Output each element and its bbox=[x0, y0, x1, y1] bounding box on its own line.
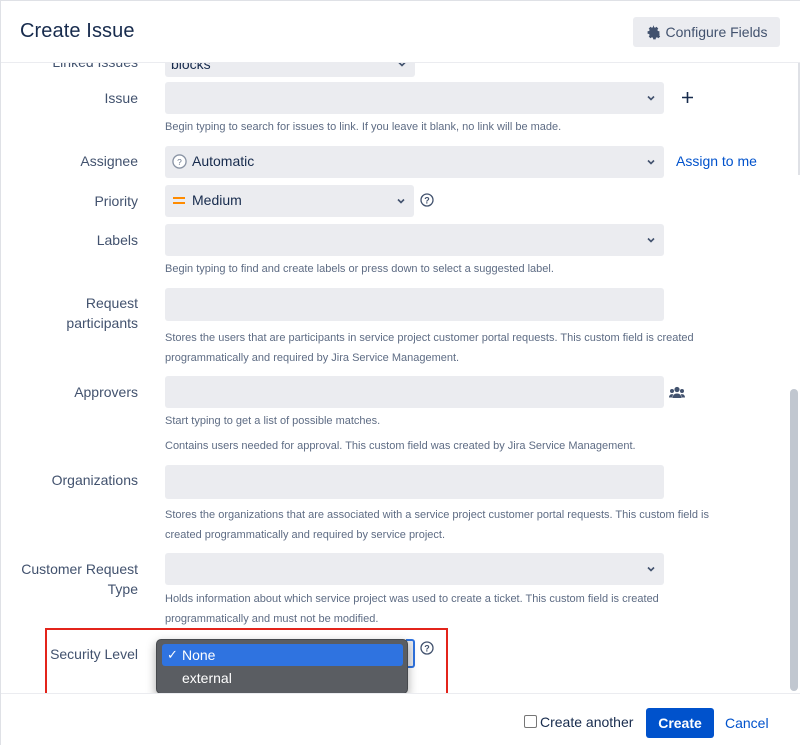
organizations-help-line2: created programmatically and required by… bbox=[165, 529, 446, 541]
organizations-input[interactable] bbox=[165, 465, 664, 499]
create-another-checkbox[interactable] bbox=[524, 715, 537, 728]
add-icon[interactable] bbox=[681, 91, 694, 104]
labels-label: Labels bbox=[96, 232, 138, 248]
priority-value: Medium bbox=[192, 192, 242, 208]
chevron-down-icon bbox=[647, 566, 655, 572]
customer-request-type-help-line1: Holds information about which service pr… bbox=[165, 593, 659, 605]
form-body: Linked Issues blocks Issue Begin typing … bbox=[1, 63, 789, 693]
organizations-label: Organizations bbox=[51, 472, 138, 488]
request-participants-help-line1: Stores the users that are participants i… bbox=[165, 332, 694, 344]
request-participants-label-line1: Request bbox=[85, 295, 138, 311]
create-button[interactable]: Create bbox=[646, 708, 714, 738]
approvers-help-line1: Start typing to get a list of possible m… bbox=[165, 415, 381, 427]
chevron-down-icon bbox=[397, 198, 405, 204]
svg-text:?: ? bbox=[177, 157, 182, 167]
issue-help: Begin typing to search for issues to lin… bbox=[165, 121, 562, 133]
customer-request-type-label-line1: Customer Request bbox=[21, 561, 138, 577]
dialog-footer: Create another Create Cancel bbox=[1, 693, 800, 745]
configure-fields-label: Configure Fields bbox=[665, 24, 768, 40]
unknown-user-icon: ? bbox=[172, 154, 187, 169]
dialog-header: Create Issue Configure Fields bbox=[1, 1, 800, 63]
dialog-title: Create Issue bbox=[20, 20, 135, 42]
approvers-help-line2: Contains users needed for approval. This… bbox=[165, 440, 636, 452]
svg-text:?: ? bbox=[424, 195, 430, 205]
priority-label: Priority bbox=[94, 193, 138, 209]
help-icon[interactable]: ? bbox=[420, 193, 434, 207]
customer-request-type-help-line2: programmatically and must not be modifie… bbox=[165, 613, 379, 625]
customer-request-type-select[interactable] bbox=[165, 553, 664, 585]
assignee-value: Automatic bbox=[192, 153, 255, 169]
create-another-label[interactable]: Create another bbox=[540, 714, 633, 730]
chevron-down-icon bbox=[647, 237, 655, 243]
approvers-input[interactable] bbox=[165, 376, 664, 408]
linked-issues-select[interactable]: blocks bbox=[165, 63, 415, 77]
approvers-label: Approvers bbox=[74, 384, 138, 400]
request-participants-help-line2: programmatically and required by Jira Se… bbox=[165, 352, 460, 364]
assignee-label: Assignee bbox=[80, 153, 138, 169]
issue-select[interactable] bbox=[165, 82, 664, 114]
labels-help: Begin typing to find and create labels o… bbox=[165, 263, 554, 275]
create-issue-dialog: Create Issue Configure Fields Linked Iss… bbox=[0, 0, 800, 745]
request-participants-label: Request participants bbox=[66, 293, 138, 333]
request-participants-label-line2: participants bbox=[66, 315, 138, 331]
configure-fields-button[interactable]: Configure Fields bbox=[633, 17, 780, 47]
chevron-down-icon bbox=[647, 95, 655, 101]
assignee-select[interactable]: ? Automatic bbox=[165, 146, 664, 178]
chevron-down-icon bbox=[398, 63, 406, 67]
linked-issues-label: Linked Issues bbox=[52, 63, 138, 72]
request-participants-input[interactable] bbox=[165, 288, 664, 321]
issue-label: Issue bbox=[104, 90, 138, 106]
customer-request-type-label-line2: Type bbox=[107, 581, 138, 597]
chevron-down-icon bbox=[647, 159, 655, 165]
priority-medium-icon bbox=[173, 197, 185, 204]
assign-to-me-link[interactable]: Assign to me bbox=[676, 153, 757, 169]
gear-icon bbox=[647, 25, 660, 39]
form-scrollbar[interactable] bbox=[790, 389, 798, 691]
organizations-help-line1: Stores the organizations that are associ… bbox=[165, 509, 709, 521]
priority-select[interactable]: Medium bbox=[165, 185, 414, 217]
linked-issues-value: blocks bbox=[171, 63, 211, 72]
cancel-link[interactable]: Cancel bbox=[725, 715, 769, 731]
labels-select[interactable] bbox=[165, 224, 664, 256]
customer-request-type-label: Customer Request Type bbox=[21, 559, 138, 599]
user-group-icon[interactable] bbox=[669, 386, 685, 399]
